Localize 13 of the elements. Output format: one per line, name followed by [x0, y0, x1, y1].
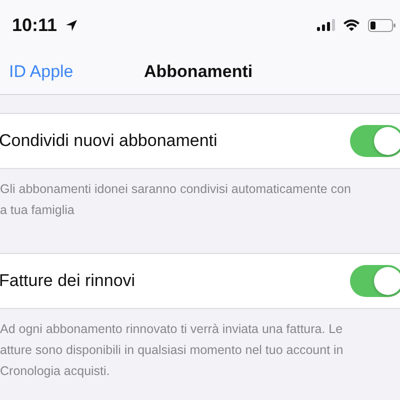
signal-icon	[317, 19, 335, 31]
battery-icon	[368, 18, 396, 32]
section-footer: Ad ogni abbonamento rinnovato ti verrà inviata una fattura. Le atture sono disponibili in qualsiasi momento nel tuo account in Cronologia acquisti.	[0, 309, 400, 396]
toggle-switch[interactable]	[350, 125, 400, 157]
wifi-icon	[343, 19, 360, 31]
back-link[interactable]: ID Apple	[9, 62, 144, 82]
row-label: Condividi nuovi abbonamenti	[0, 131, 218, 151]
row-label: Fatture dei rinnovi	[0, 271, 136, 291]
section-footer: Gli abbonamenti idonei saranno condivisi automaticamente con a tua famiglia	[0, 169, 400, 235]
location-arrow-icon	[65, 18, 78, 32]
nav-title: Abbonamenti	[144, 62, 253, 82]
status-time: 10:11	[12, 14, 58, 36]
toggle-switch[interactable]	[350, 265, 400, 297]
